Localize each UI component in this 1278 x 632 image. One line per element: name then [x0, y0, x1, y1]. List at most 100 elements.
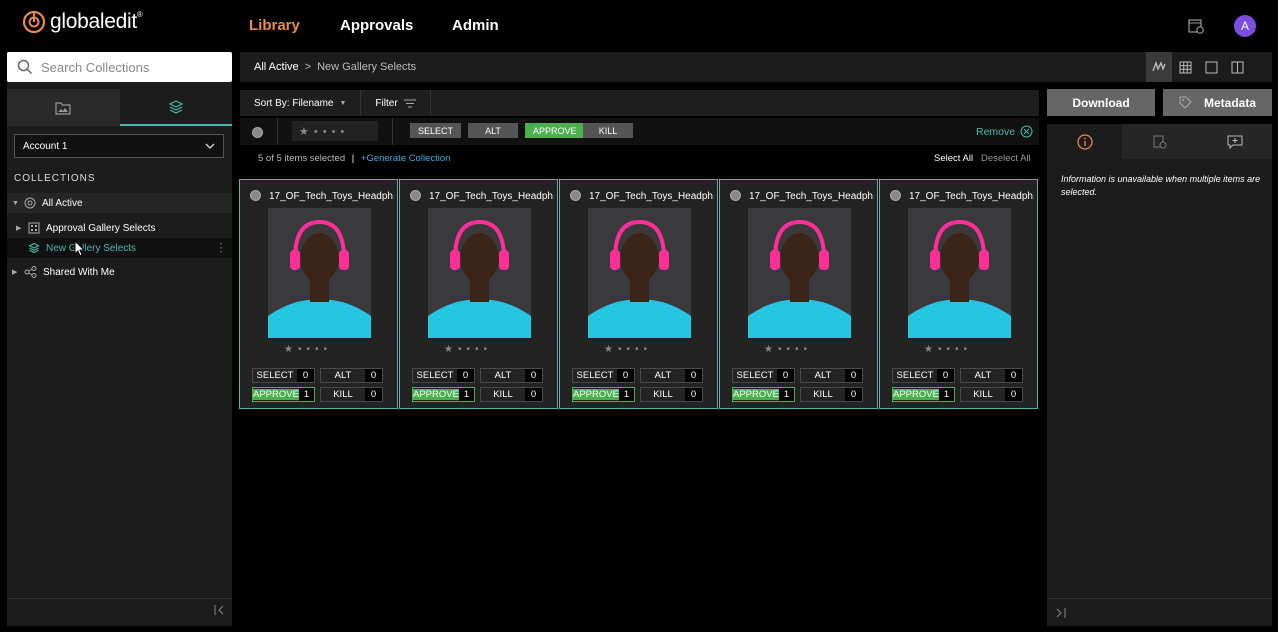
asset-card[interactable]: 17_OF_Tech_Toys_Headph... ★•••• SELECT 0 ALT…: [719, 179, 878, 409]
filter-approve-chip[interactable]: APPROVE: [525, 123, 585, 138]
tab-folders[interactable]: [7, 89, 120, 126]
card-rating-stars-icon[interactable]: ★••••: [444, 344, 492, 355]
sort-dropdown[interactable]: Sort By: Filename ▼: [240, 90, 362, 116]
card-kill-button[interactable]: KILL 0: [960, 387, 1023, 402]
grid-icon: [1179, 61, 1191, 73]
portrait-image: [428, 208, 531, 338]
card-select-radio[interactable]: [730, 190, 741, 201]
btn-count: 1: [298, 388, 314, 401]
card-kill-button[interactable]: KILL 0: [480, 387, 543, 402]
asset-card[interactable]: 17_OF_Tech_Toys_Headph... ★•••• SELECT 0 ALT…: [879, 179, 1038, 409]
tree-label: All Active: [42, 197, 83, 209]
masonry-icon: [1152, 61, 1166, 72]
metadata-label: Metadata: [1203, 95, 1256, 110]
account-select[interactable]: Account 1: [14, 134, 224, 158]
remove-filters-button[interactable]: Remove: [976, 125, 1033, 138]
calendar-settings-icon[interactable]: [1187, 17, 1205, 35]
collapse-right-icon[interactable]: [1055, 607, 1067, 619]
selection-count: 5 of 5 items selected: [258, 153, 346, 164]
btn-count: 0: [777, 369, 794, 382]
asset-card[interactable]: 17_OF_Tech_Toys_Headph... ★•••• SELECT 0 ALT…: [239, 179, 398, 409]
card-approve-button[interactable]: APPROVE 1: [572, 387, 635, 402]
tree-item-all-active[interactable]: ▼ All Active: [12, 197, 83, 209]
card-rating-stars-icon[interactable]: ★••••: [604, 344, 652, 355]
filter-alt-chip[interactable]: ALT: [468, 123, 518, 138]
card-kill-button[interactable]: KILL 0: [320, 387, 383, 402]
card-select-radio[interactable]: [250, 190, 261, 201]
tag-icon: [1179, 96, 1192, 109]
asset-card[interactable]: 17_OF_Tech_Toys_Headph... ★•••• SELECT 0 ALT…: [399, 179, 558, 409]
collapse-left-icon[interactable]: [213, 604, 225, 616]
btn-count: 1: [938, 388, 954, 401]
left-tabs: [7, 89, 232, 126]
btn-count: 0: [365, 369, 382, 382]
deselect-all-link[interactable]: Deselect All: [981, 153, 1031, 164]
tree-label: Shared With Me: [43, 266, 115, 278]
card-alt-button[interactable]: ALT 0: [640, 368, 703, 383]
asset-card[interactable]: 17_OF_Tech_Toys_Headph... ★•••• SELECT 0 ALT…: [559, 179, 718, 409]
more-options-icon[interactable]: · · ·: [219, 237, 223, 257]
card-select-radio[interactable]: [410, 190, 421, 201]
nav-library[interactable]: Library: [249, 17, 300, 34]
view-masonry[interactable]: [1146, 52, 1172, 82]
tab-info[interactable]: [1047, 124, 1122, 159]
card-select-button[interactable]: SELECT 0: [572, 368, 635, 383]
filter-kill-chip[interactable]: KILL: [583, 123, 633, 138]
download-button[interactable]: Download: [1047, 89, 1155, 116]
card-select-button[interactable]: SELECT 0: [732, 368, 795, 383]
view-compare[interactable]: [1224, 52, 1250, 82]
card-thumbnail[interactable]: [428, 208, 531, 338]
card-thumbnail[interactable]: [908, 208, 1011, 338]
top-bar: [0, 0, 1278, 50]
tree-item-shared[interactable]: ▶ Shared With Me: [12, 266, 115, 278]
card-select-radio[interactable]: [570, 190, 581, 201]
rating-filter[interactable]: ★••••: [292, 121, 378, 141]
card-select-button[interactable]: SELECT 0: [892, 368, 955, 383]
nav-approvals[interactable]: Approvals: [340, 17, 413, 34]
card-approve-button[interactable]: APPROVE 1: [732, 387, 795, 402]
single-view-icon: [1205, 61, 1217, 73]
tab-collections[interactable]: [119, 89, 232, 126]
btn-label: KILL: [493, 389, 513, 400]
card-thumbnail[interactable]: [588, 208, 691, 338]
caret-right-icon: ▶: [16, 225, 22, 232]
card-rating-stars-icon[interactable]: ★••••: [284, 344, 332, 355]
brand-logo[interactable]: globaledit®: [22, 10, 143, 34]
card-kill-button[interactable]: KILL 0: [640, 387, 703, 402]
chevron-down-icon: [205, 143, 215, 149]
select-all-link[interactable]: Select All: [934, 153, 973, 164]
card-rating-stars-icon[interactable]: ★••••: [764, 344, 812, 355]
tree-item-approval-gallery[interactable]: ▶ Approval Gallery Selects: [16, 222, 156, 234]
tab-comments[interactable]: [1197, 124, 1272, 159]
btn-label: ALT: [334, 370, 352, 381]
card-select-radio[interactable]: [890, 190, 901, 201]
card-rating-stars-icon[interactable]: ★••••: [924, 344, 972, 355]
card-approve-button[interactable]: APPROVE 1: [412, 387, 475, 402]
tab-history[interactable]: [1122, 124, 1197, 159]
card-thumbnail[interactable]: [748, 208, 851, 338]
generate-collection-link[interactable]: +Generate Collection: [361, 153, 451, 164]
nav-admin[interactable]: Admin: [452, 17, 499, 34]
filter-button[interactable]: Filter: [361, 90, 431, 116]
view-grid[interactable]: [1172, 52, 1198, 82]
search-input[interactable]: Search Collections: [7, 52, 232, 82]
card-thumbnail[interactable]: [268, 208, 371, 338]
folder-image-icon: [55, 101, 71, 115]
card-approve-button[interactable]: APPROVE 1: [892, 387, 955, 402]
card-select-button[interactable]: SELECT 0: [252, 368, 315, 383]
metadata-button[interactable]: Metadata: [1163, 89, 1272, 116]
card-alt-button[interactable]: ALT 0: [480, 368, 543, 383]
card-approve-button[interactable]: APPROVE 1: [252, 387, 315, 402]
card-kill-button[interactable]: KILL 0: [800, 387, 863, 402]
card-alt-button[interactable]: ALT 0: [320, 368, 383, 383]
card-alt-button[interactable]: ALT 0: [800, 368, 863, 383]
select-all-radio[interactable]: [252, 127, 263, 138]
btn-count: 0: [525, 388, 542, 401]
breadcrumb-root[interactable]: All Active: [254, 61, 299, 73]
filter-select-chip[interactable]: SELECT: [410, 123, 462, 138]
view-single[interactable]: [1198, 52, 1224, 82]
card-alt-button[interactable]: ALT 0: [960, 368, 1023, 383]
avatar[interactable]: A: [1234, 15, 1256, 37]
right-panel: [1047, 124, 1272, 626]
card-select-button[interactable]: SELECT 0: [412, 368, 475, 383]
